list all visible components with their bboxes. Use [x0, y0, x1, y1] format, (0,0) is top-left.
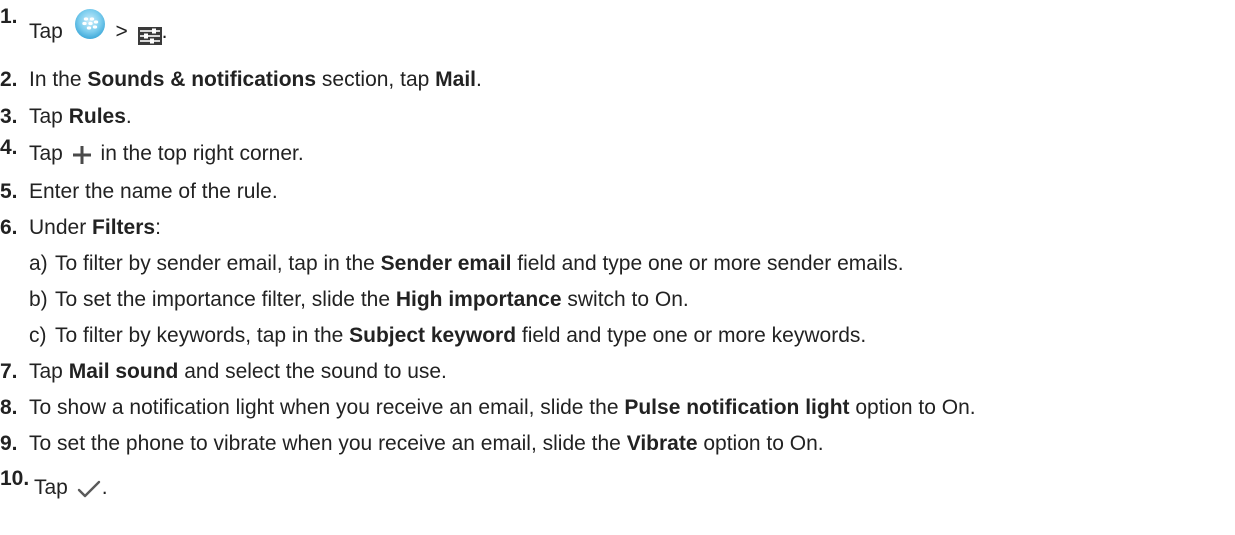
- blackberry-app-icon: [74, 8, 106, 40]
- step-text: Tap Rules.: [29, 99, 132, 135]
- step-text-part: To set the importance filter, slide the: [55, 288, 396, 311]
- step-text-part: To set the phone to vibrate when you rec…: [29, 432, 627, 455]
- step-text: Tap > .: [29, 9, 168, 50]
- step-text-part: Tap: [29, 142, 63, 165]
- step-number: 8.: [0, 396, 18, 419]
- step-text: Tap Mail sound and select the sound to u…: [29, 354, 447, 390]
- step-text-part: .: [101, 476, 108, 499]
- substep-letter: c): [29, 324, 47, 347]
- step-number: 9.: [0, 432, 18, 455]
- step-text-part: in the top right corner.: [100, 142, 304, 165]
- ui-term: Mail: [435, 68, 476, 91]
- step-text: To set the phone to vibrate when you rec…: [29, 426, 824, 462]
- substep-b: b) To set the importance filter, slide th…: [29, 282, 689, 318]
- step-text-part: option to On.: [849, 396, 976, 419]
- step-text-part: Tap: [29, 360, 69, 383]
- ui-term: Rules: [68, 105, 126, 128]
- step-number: 10.: [0, 467, 30, 490]
- step-number: 6.: [0, 216, 18, 239]
- substep-letter: b): [29, 288, 48, 311]
- step-text-part: switch to On.: [561, 288, 689, 311]
- step-text-part: field and type one or more keywords.: [516, 324, 867, 347]
- instructions-document: 1. Tap > . 2. In the Sounds & notificati…: [0, 0, 1235, 535]
- step-text: In the Sounds & notifications section, t…: [29, 62, 482, 98]
- step-text-part: section, tap: [316, 68, 436, 91]
- plus-icon: [72, 141, 92, 165]
- step-number: 7.: [0, 360, 18, 383]
- step-text-part: To show a notification light when you re…: [29, 396, 625, 419]
- step-text-part: field and type one or more sender emails…: [511, 252, 904, 275]
- step-text-part: To filter by keywords, tap in the: [55, 324, 350, 347]
- step-text-part: To filter by sender email, tap in the: [55, 252, 381, 275]
- step-text-part: and select the sound to use.: [178, 360, 447, 383]
- step-number: 1.: [0, 5, 18, 28]
- step-text: To show a notification light when you re…: [29, 390, 976, 426]
- ui-term: High importance: [395, 288, 562, 311]
- step-text: Tap .: [34, 470, 108, 506]
- settings-sliders-icon: [137, 21, 162, 46]
- ui-term: Filters: [92, 216, 156, 239]
- step-text: Under Filters:: [29, 210, 161, 246]
- step-text: Tap in the top right corner.: [29, 136, 304, 172]
- substep-letter: a): [29, 252, 48, 275]
- step-text-part: Tap: [29, 105, 69, 128]
- ui-term: Mail sound: [68, 360, 179, 383]
- step-text-part: .: [475, 68, 482, 91]
- step-number: 5.: [0, 180, 18, 203]
- checkmark-icon: [77, 475, 101, 498]
- ui-term: Sounds & notifications: [87, 68, 317, 91]
- ui-term: Vibrate: [626, 432, 698, 455]
- step-text-part: Tap: [29, 20, 63, 43]
- step-text-part: option to On.: [697, 432, 824, 455]
- step-number: 2.: [0, 68, 18, 91]
- ui-term: Sender email: [380, 252, 512, 275]
- step-text-part: >: [115, 20, 128, 43]
- step-text-part: Tap: [34, 476, 68, 499]
- ui-term: Pulse notification light: [624, 396, 850, 419]
- step-text-part: :: [155, 216, 161, 239]
- step-text: Enter the name of the rule.: [29, 180, 278, 203]
- step-text-part: .: [161, 20, 168, 43]
- step-text-part: Under: [29, 216, 93, 239]
- substep-c: c) To filter by keywords, tap in the Subj…: [29, 318, 866, 354]
- substep-a: a) To filter by sender email, tap in the …: [29, 246, 904, 282]
- step-text-part: In the: [29, 68, 88, 91]
- ui-term: Subject keyword: [349, 324, 517, 347]
- step-text-part: .: [125, 105, 132, 128]
- step-number: 4.: [0, 136, 18, 159]
